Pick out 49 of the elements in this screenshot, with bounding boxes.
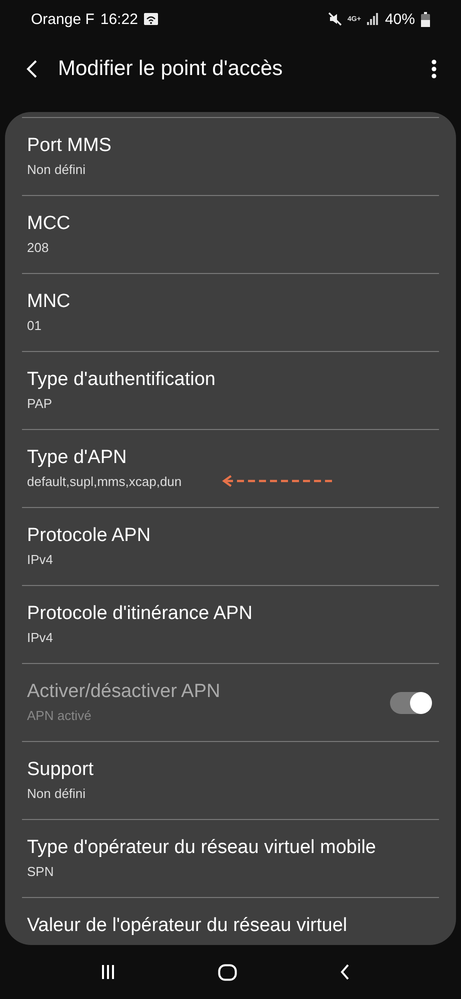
recent-apps-icon [101, 964, 116, 980]
setting-title: Activer/désactiver APN [27, 681, 222, 703]
setting-row[interactable]: MNC 01 [22, 273, 439, 351]
setting-row[interactable]: Valeur de l'opérateur du réseau virtuel [22, 897, 439, 945]
back-icon [340, 964, 350, 980]
setting-value: IPv4 [27, 552, 54, 567]
setting-title: Type d'APN [27, 447, 128, 469]
setting-row[interactable]: Type d'APN default,supl,mms,xcap,dun [22, 429, 439, 507]
setting-title: Protocole APN [27, 525, 152, 547]
setting-value: Non défini [27, 162, 87, 177]
setting-title: MNC [27, 291, 72, 313]
setting-title: Type d'authentification [27, 369, 216, 391]
recent-apps-button[interactable] [101, 964, 116, 980]
back-nav-button[interactable] [340, 964, 350, 980]
setting-row[interactable]: MCC 208 [22, 195, 439, 273]
setting-row[interactable]: Type d'opérateur du réseau virtuel mobile SPN [22, 819, 439, 897]
more-icon [431, 59, 437, 79]
setting-title: Valeur de l'opérateur du réseau virtuel [27, 915, 348, 937]
setting-row[interactable]: Support Non défini [22, 741, 439, 819]
battery-level: 40% [384, 10, 415, 28]
wifi-icon [144, 13, 158, 25]
setting-title: Support [27, 759, 95, 781]
mute-icon [328, 12, 342, 26]
setting-value: Non défini [27, 786, 87, 801]
signal-icon [366, 13, 379, 25]
carrier-name: Orange F [31, 10, 94, 28]
setting-title: Protocole d'itinérance APN [27, 603, 254, 625]
battery-icon [421, 12, 430, 26]
clock-time: 16:22 [100, 10, 138, 28]
home-button[interactable] [218, 964, 237, 980]
setting-value: default,supl,mms,xcap,dun [27, 474, 183, 489]
page-title: Modifier le point d'accès [58, 57, 284, 81]
setting-value: 01 [27, 318, 42, 333]
setting-value: IPv4 [27, 630, 54, 645]
home-icon [218, 964, 237, 980]
setting-row[interactable]: Type d'authentification PAP [22, 351, 439, 429]
setting-title: MCC [27, 213, 72, 235]
setting-row[interactable]: Port MMS Non défini [22, 117, 439, 195]
setting-row[interactable]: Protocole d'itinérance APN IPv4 [22, 585, 439, 663]
back-button[interactable] [26, 59, 38, 79]
setting-value: 208 [27, 240, 50, 255]
more-options-button[interactable] [431, 59, 437, 79]
setting-value: PAP [27, 396, 54, 411]
setting-row[interactable]: Protocole APN IPv4 [22, 507, 439, 585]
setting-title: Port MMS [27, 135, 112, 157]
setting-value: SPN [27, 864, 55, 879]
setting-title: Type d'opérateur du réseau virtuel mobile [27, 837, 377, 859]
back-icon [26, 59, 38, 79]
setting-value: APN activé [27, 708, 92, 723]
